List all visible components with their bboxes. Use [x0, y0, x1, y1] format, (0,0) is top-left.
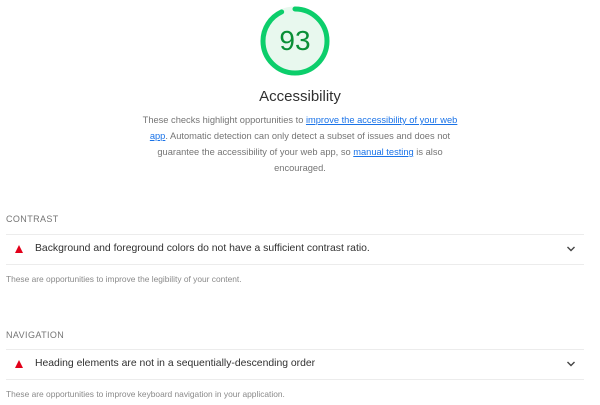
group-title-navigation: NAVIGATION [6, 330, 65, 340]
audit-contrast[interactable]: Background and foreground colors do not … [6, 234, 584, 265]
group-description-contrast: These are opportunities to improve the l… [6, 274, 242, 284]
description-text-1: These checks highlight opportunities to [142, 115, 306, 125]
category-title: Accessibility [259, 88, 341, 105]
group-title-contrast: CONTRAST [6, 214, 59, 224]
chevron-down-icon[interactable] [566, 245, 576, 253]
manual-testing-link[interactable]: manual testing [353, 147, 413, 157]
score-gauge: 93 [258, 4, 332, 78]
fail-triangle-icon [15, 360, 23, 368]
audit-label: Heading elements are not in a sequential… [35, 358, 316, 369]
score-value: 93 [279, 25, 311, 56]
group-description-navigation: These are opportunities to improve keybo… [6, 389, 285, 399]
chevron-down-icon[interactable] [566, 360, 576, 368]
audit-navigation[interactable]: Heading elements are not in a sequential… [6, 349, 584, 380]
audit-label: Background and foreground colors do not … [35, 243, 370, 254]
fail-triangle-icon [15, 245, 23, 253]
category-description: These checks highlight opportunities to … [140, 112, 460, 176]
